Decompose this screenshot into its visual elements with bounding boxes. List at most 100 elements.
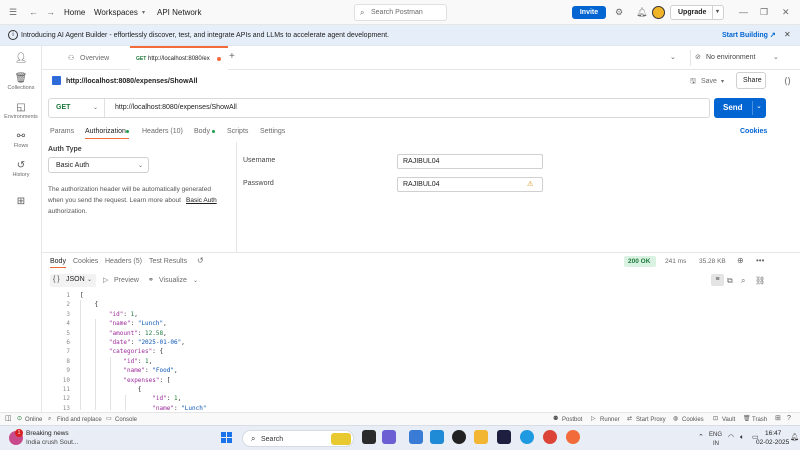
- tab-test-results[interactable]: Test Results: [149, 257, 187, 267]
- request-name[interactable]: http://localhost:8080/expenses/ShowAll: [66, 77, 197, 87]
- back-arrow-icon[interactable]: ←: [29, 6, 38, 18]
- taskbar-search[interactable]: ⌕ Search: [242, 430, 354, 447]
- tab-response-cookies[interactable]: Cookies: [73, 257, 98, 267]
- bell-icon[interactable]: 🔔︎: [636, 6, 647, 18]
- sidebar-item-environments[interactable]: ◱ Environments: [0, 102, 42, 120]
- tab-headers[interactable]: Headers (10): [142, 127, 183, 137]
- sidebar-item-history[interactable]: ↺ History: [0, 160, 42, 178]
- close-icon[interactable]: ✕: [782, 6, 790, 18]
- chevron-down-icon[interactable]: ⌄: [756, 102, 762, 112]
- menu-icon[interactable]: ☰: [9, 6, 17, 18]
- nav-api-network[interactable]: API Network: [157, 7, 201, 18]
- method-select[interactable]: GET ⌄: [49, 99, 105, 117]
- visualize-button[interactable]: Visualize: [159, 276, 187, 286]
- windows-start-icon[interactable]: [221, 432, 233, 444]
- url-input[interactable]: http://localhost:8080/expenses/ShowAll: [115, 103, 237, 113]
- tab-body[interactable]: Body: [194, 127, 210, 137]
- invite-button[interactable]: Invite: [572, 6, 606, 19]
- globe-icon[interactable]: ⊕: [737, 256, 744, 266]
- indent-guide: [80, 300, 81, 410]
- format-select[interactable]: { } JSON ⌄: [50, 274, 96, 287]
- chevron-down-icon: ⌄: [773, 54, 779, 61]
- news-subtitle[interactable]: India crush Sout...: [26, 438, 78, 448]
- intellij-icon[interactable]: [497, 430, 511, 444]
- postman-icon[interactable]: [566, 430, 580, 444]
- chrome-icon[interactable]: [543, 430, 557, 444]
- minimize-icon[interactable]: —: [739, 6, 748, 18]
- chevron-down-icon[interactable]: ⌄: [670, 53, 676, 63]
- tab-response-headers[interactable]: Headers (5): [105, 257, 142, 267]
- save-button[interactable]: Save: [701, 77, 717, 87]
- chevron-down-icon[interactable]: ▾: [711, 6, 719, 19]
- clock-date[interactable]: 02-02-2025: [756, 438, 789, 448]
- wifi-icon[interactable]: ◠: [728, 433, 734, 443]
- bell-icon[interactable]: 🔔︎: [790, 433, 799, 443]
- cookies-link[interactable]: Cookies: [740, 127, 767, 137]
- start-building-link[interactable]: Start Building ↗: [722, 31, 776, 41]
- nav-workspaces[interactable]: Workspaces: [94, 7, 138, 18]
- sidebar-item-profile[interactable]: 👤︎: [0, 53, 42, 65]
- file-explorer-icon[interactable]: [474, 430, 488, 444]
- edge-icon[interactable]: [520, 430, 534, 444]
- runner-button[interactable]: Runner: [600, 415, 620, 425]
- chevron-down-icon[interactable]: ▾: [142, 7, 145, 19]
- tab-params[interactable]: Params: [50, 127, 74, 137]
- upgrade-button[interactable]: Upgrade ▾: [670, 5, 724, 20]
- maximize-icon[interactable]: ❐: [760, 6, 768, 18]
- copy-icon[interactable]: ⧉: [727, 276, 733, 286]
- dell-icon[interactable]: [452, 430, 466, 444]
- tab-overview[interactable]: Overview: [80, 54, 109, 64]
- layout-icon[interactable]: ◫: [5, 414, 12, 424]
- password-field[interactable]: RAJIBUL04 ⚠: [397, 177, 543, 192]
- nav-home[interactable]: Home: [64, 7, 85, 18]
- tab-authorization[interactable]: Authorization: [85, 127, 126, 137]
- link-icon[interactable]: ⛓: [755, 276, 765, 286]
- history-icon[interactable]: ↺: [197, 256, 204, 266]
- auth-type-select[interactable]: Basic Auth ⌄: [48, 157, 149, 173]
- search-icon[interactable]: ⌕: [741, 276, 745, 286]
- add-tab-icon[interactable]: +: [229, 52, 235, 62]
- tab-scripts[interactable]: Scripts: [227, 127, 248, 137]
- sidebar-item-configure[interactable]: ⊞: [0, 196, 42, 208]
- tab-active-request[interactable]: GET http://localhost:8080/ex: [130, 46, 228, 70]
- line-number: 11: [62, 386, 70, 393]
- find-replace-button[interactable]: Find and replace: [57, 415, 102, 425]
- right-panel-icon[interactable]: ⟨⟩: [784, 76, 791, 86]
- chevron-down-icon[interactable]: ⌄: [193, 276, 198, 286]
- avatar[interactable]: [652, 6, 665, 19]
- start-proxy-button[interactable]: Start Proxy: [636, 415, 666, 425]
- vault-button[interactable]: Vault: [722, 415, 735, 425]
- copilot-icon[interactable]: [409, 430, 423, 444]
- console-button[interactable]: Console: [115, 415, 137, 425]
- online-status[interactable]: Online: [25, 415, 42, 425]
- photos-icon[interactable]: [430, 430, 444, 444]
- send-button[interactable]: Send ⌄: [714, 98, 766, 118]
- chevron-up-icon[interactable]: ⌃: [698, 433, 704, 443]
- wrap-lines-icon[interactable]: ≡: [711, 274, 724, 286]
- task-view-icon[interactable]: [362, 430, 376, 444]
- sidebar-item-flows[interactable]: ⚯ Flows: [0, 131, 42, 149]
- postbot-button[interactable]: Postbot: [562, 415, 582, 425]
- sidebar-item-collections[interactable]: 🗑︎ Collections: [0, 73, 42, 91]
- trash-button[interactable]: Trash: [752, 415, 767, 425]
- more-icon[interactable]: •••: [756, 256, 764, 266]
- tab-settings[interactable]: Settings: [260, 127, 285, 137]
- teams-icon[interactable]: [382, 430, 396, 444]
- lang-secondary[interactable]: IN: [713, 439, 719, 449]
- chevron-down-icon[interactable]: ▾: [721, 77, 724, 87]
- help-icon[interactable]: ?: [787, 414, 791, 424]
- tab-response-body[interactable]: Body: [50, 257, 66, 267]
- environment-selector[interactable]: ⊘ No environment ⌄: [690, 50, 782, 66]
- cookies-button[interactable]: Cookies: [682, 415, 704, 425]
- gear-icon[interactable]: ⚙: [615, 6, 623, 18]
- search-input[interactable]: ⌕ Search Postman: [354, 4, 447, 21]
- close-banner-icon[interactable]: ✕: [784, 30, 791, 40]
- share-button[interactable]: Share: [736, 72, 766, 89]
- speaker-icon[interactable]: 🔈︎: [740, 433, 744, 443]
- preview-button[interactable]: Preview: [114, 276, 139, 286]
- basic-auth-link[interactable]: Basic Auth: [186, 196, 217, 206]
- username-field[interactable]: RAJIBUL04: [397, 154, 543, 169]
- grid-icon[interactable]: ⊞: [775, 414, 781, 424]
- warning-icon[interactable]: ⚠: [527, 180, 533, 190]
- forward-arrow-icon[interactable]: →: [46, 6, 55, 18]
